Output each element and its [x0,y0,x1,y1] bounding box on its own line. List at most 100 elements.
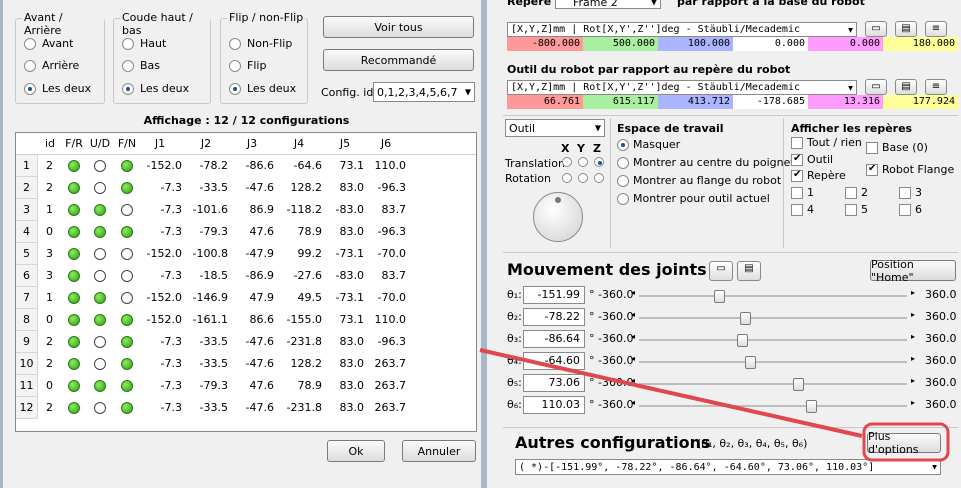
column-header-id[interactable]: id [40,137,60,150]
translation-y-radio[interactable] [578,157,588,167]
arrow-right-icon[interactable]: ▸ [911,354,915,363]
ok-button[interactable]: Ok [327,440,385,462]
arrow-left-icon[interactable]: ◂ [631,354,635,363]
jog-dial-icon[interactable] [533,192,583,242]
value-cell[interactable]: 177.924 [883,95,958,109]
radio-circle[interactable] [229,37,241,50]
espace-outil-actuel[interactable]: Montrer pour outil actuel [617,192,770,205]
row-number[interactable]: 9 [16,331,38,353]
radio-non-flip[interactable]: Non-Flip [229,37,292,50]
row-number[interactable]: 2 [16,177,38,199]
value-cell[interactable]: -800.000 [507,37,583,51]
arrow-left-icon[interactable]: ◂ [631,398,635,407]
checkbox[interactable] [791,169,803,182]
copy-joints-icon[interactable]: ▭ [709,261,733,281]
radio-circle[interactable] [24,59,36,72]
row-number[interactable]: 10 [16,353,38,375]
joint-slider[interactable]: ◂ ▸ [631,398,915,413]
row-number[interactable]: 4 [16,221,38,243]
radio-circle[interactable] [617,156,629,169]
copy-icon[interactable]: ▭ [865,21,887,37]
slider-handle[interactable] [793,378,805,391]
checkbox-outil[interactable]: Outil [791,153,833,166]
rotation-z-radio[interactable] [594,173,604,183]
copy-icon[interactable]: ▭ [865,79,887,95]
arrow-left-icon[interactable]: ◂ [631,376,635,385]
radio-circle[interactable] [122,59,134,72]
checkbox-tout-rien[interactable]: Tout / rien [791,136,862,149]
radio-circle[interactable] [122,82,134,95]
row-number[interactable]: 5 [16,243,38,265]
row-number[interactable]: 1 [16,155,38,177]
checkbox-5[interactable]: 5 [845,203,868,216]
row-number[interactable]: 8 [16,309,38,331]
menu-icon[interactable]: ≡ [925,21,947,37]
value-cell[interactable]: 0.000 [733,37,808,51]
recommande-button[interactable]: Recommandé [323,49,474,71]
radio-circle[interactable] [24,82,36,95]
paste-joints-icon[interactable]: ▤ [737,261,761,281]
radio-arriere[interactable]: Arrière [24,59,79,72]
value-cell[interactable]: 13.316 [808,95,883,109]
outil-combo[interactable]: Outil ▼ [505,119,605,137]
value-cell[interactable]: 0.000 [808,37,883,51]
value-cell[interactable]: 500.000 [583,37,658,51]
value-cell[interactable]: 66.761 [507,95,583,109]
joint-value-input[interactable]: -78.22 [523,308,585,326]
value-cell[interactable]: 180.000 [883,37,958,51]
radio-bas[interactable]: Bas [122,59,160,72]
radio-avant[interactable]: Avant [24,37,73,50]
slider-handle[interactable] [744,356,756,369]
joint-slider[interactable]: ◂ ▸ [631,332,915,347]
joint-slider[interactable]: ◂ ▸ [631,288,915,303]
arrow-right-icon[interactable]: ▸ [911,288,915,297]
column-header-j3[interactable]: J3 [230,137,274,150]
espace-centre-poignet[interactable]: Montrer au centre du poignet [617,156,795,169]
checkbox-4[interactable]: 4 [791,203,814,216]
joint-slider[interactable]: ◂ ▸ [631,354,915,369]
column-header-j5[interactable]: J5 [326,137,364,150]
translation-z-radio[interactable] [594,157,604,167]
arrow-right-icon[interactable]: ▸ [911,310,915,319]
arrow-left-icon[interactable]: ◂ [631,310,635,319]
position-home-button[interactable]: Position "Home" [870,258,956,284]
checkbox[interactable] [791,186,803,199]
menu-icon[interactable]: ≡ [925,79,947,95]
voir-tous-button[interactable]: Voir tous [323,16,474,38]
autres-config-select[interactable]: ( *)-[-151.99°, -78.22°, -86.64°, -64.60… [515,459,941,475]
joint-value-input[interactable]: -64.60 [523,352,585,370]
config-id-select[interactable]: 0,1,2,3,4,5,6,7 ▼ [373,82,475,102]
column-header-j6[interactable]: J6 [366,137,406,150]
checkbox[interactable] [899,186,911,199]
joint-value-input[interactable]: -151.99 [523,286,585,304]
arrow-right-icon[interactable]: ▸ [911,332,915,341]
plus-options-button[interactable]: Plus d'options [867,430,941,456]
value-cell[interactable]: 413.712 [658,95,733,109]
arrow-right-icon[interactable]: ▸ [911,376,915,385]
arrow-right-icon[interactable]: ▸ [911,398,915,407]
paste-icon[interactable]: ▤ [895,21,917,37]
slider-handle[interactable] [806,400,818,413]
column-header-j1[interactable]: J1 [138,137,182,150]
radio-flip-les-deux[interactable]: Les deux [229,82,296,95]
checkbox-3[interactable]: 3 [899,186,922,199]
checkbox-repere[interactable]: Repère [791,169,846,182]
joint-slider[interactable]: ◂ ▸ [631,310,915,325]
row-number[interactable]: 6 [16,265,38,287]
radio-circle[interactable] [617,138,629,151]
annuler-button[interactable]: Annuler [402,440,476,462]
translation-x-radio[interactable] [562,157,572,167]
checkbox-1[interactable]: 1 [791,186,814,199]
checkbox[interactable] [866,141,878,154]
radio-flip[interactable]: Flip [229,59,266,72]
rotation-y-radio[interactable] [578,173,588,183]
column-header-ud[interactable]: U/D [88,137,112,150]
frame-select[interactable]: Frame 2 ▼ [555,0,661,9]
radio-circle[interactable] [617,192,629,205]
radio-avant-les-deux[interactable]: Les deux [24,82,91,95]
radio-coude-les-deux[interactable]: Les deux [122,82,189,95]
radio-circle[interactable] [229,59,241,72]
checkbox[interactable] [899,203,911,216]
espace-masquer[interactable]: Masquer [617,138,680,151]
joint-value-input[interactable]: -86.64 [523,330,585,348]
